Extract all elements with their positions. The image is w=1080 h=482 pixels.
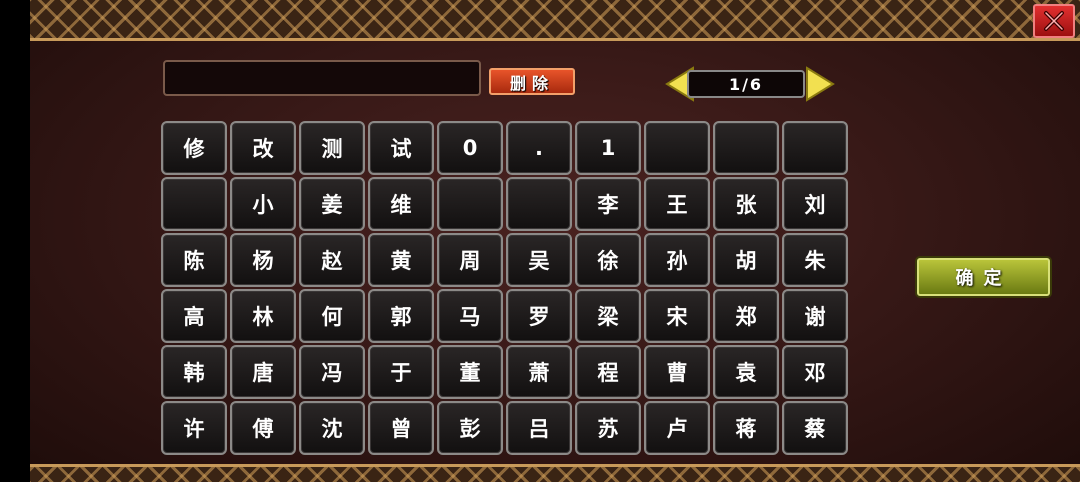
character-keyboard: 修改测试0.1 小姜维 李王张刘陈杨赵黄周吴徐孙胡朱高林何郭马罗梁宋郑谢韩唐冯于董萧… [161, 121, 848, 455]
char-key[interactable]: 卢 [644, 401, 710, 455]
char-key[interactable]: 试 [368, 121, 434, 175]
char-key[interactable]: 郭 [368, 289, 434, 343]
char-key[interactable]: 张 [713, 177, 779, 231]
char-key[interactable]: 韩 [161, 345, 227, 399]
char-key[interactable]: 苏 [575, 401, 641, 455]
char-key[interactable]: 杨 [230, 233, 296, 287]
char-key[interactable]: 冯 [299, 345, 365, 399]
char-key[interactable]: 朱 [782, 233, 848, 287]
char-key[interactable]: 傅 [230, 401, 296, 455]
char-key[interactable]: 改 [230, 121, 296, 175]
char-key[interactable]: 邓 [782, 345, 848, 399]
char-key[interactable]: 高 [161, 289, 227, 343]
char-key[interactable]: 袁 [713, 345, 779, 399]
char-key[interactable]: 测 [299, 121, 365, 175]
char-key[interactable]: 黄 [368, 233, 434, 287]
char-key[interactable]: 马 [437, 289, 503, 343]
char-key[interactable]: 陈 [161, 233, 227, 287]
char-key[interactable]: 维 [368, 177, 434, 231]
char-key[interactable]: 胡 [713, 233, 779, 287]
top-ornament-border [30, 0, 1080, 41]
char-key[interactable]: 蔡 [782, 401, 848, 455]
char-key[interactable] [161, 177, 227, 231]
char-key[interactable]: 罗 [506, 289, 572, 343]
char-key[interactable]: 吴 [506, 233, 572, 287]
char-key[interactable]: 蒋 [713, 401, 779, 455]
char-key[interactable]: 于 [368, 345, 434, 399]
char-key[interactable]: 李 [575, 177, 641, 231]
char-key[interactable]: 姜 [299, 177, 365, 231]
char-key[interactable]: 董 [437, 345, 503, 399]
char-key[interactable]: 郑 [713, 289, 779, 343]
char-key[interactable]: 徐 [575, 233, 641, 287]
arrow-right-icon[interactable] [805, 66, 835, 102]
char-key[interactable]: 程 [575, 345, 641, 399]
close-icon [1044, 11, 1064, 31]
name-editor-panel: 删除 1/6 修改测试0.1 小姜维 李王张刘陈杨赵黄周吴徐孙胡朱高林何郭马罗梁宋郑… [30, 0, 1080, 482]
char-key[interactable]: 曾 [368, 401, 434, 455]
char-key[interactable]: 谢 [782, 289, 848, 343]
char-key[interactable] [644, 121, 710, 175]
char-key[interactable]: 孙 [644, 233, 710, 287]
char-key[interactable]: 吕 [506, 401, 572, 455]
page-selector: 1/6 [665, 66, 835, 102]
char-key[interactable]: 萧 [506, 345, 572, 399]
char-key[interactable]: . [506, 121, 572, 175]
char-key[interactable]: 曹 [644, 345, 710, 399]
char-key[interactable] [506, 177, 572, 231]
name-input[interactable] [163, 60, 481, 96]
char-key[interactable] [782, 121, 848, 175]
bottom-ornament-border [30, 464, 1080, 482]
char-key[interactable]: 何 [299, 289, 365, 343]
char-key[interactable]: 赵 [299, 233, 365, 287]
char-key[interactable]: 宋 [644, 289, 710, 343]
char-key[interactable]: 许 [161, 401, 227, 455]
char-key[interactable]: 唐 [230, 345, 296, 399]
char-key[interactable]: 刘 [782, 177, 848, 231]
char-key[interactable]: 1 [575, 121, 641, 175]
page-indicator: 1/6 [687, 70, 805, 98]
confirm-button[interactable]: 确定 [917, 258, 1050, 296]
char-key[interactable]: 梁 [575, 289, 641, 343]
char-key[interactable]: 小 [230, 177, 296, 231]
char-key[interactable]: 0 [437, 121, 503, 175]
char-key[interactable]: 彭 [437, 401, 503, 455]
char-key[interactable]: 林 [230, 289, 296, 343]
char-key[interactable] [437, 177, 503, 231]
char-key[interactable] [713, 121, 779, 175]
char-key[interactable]: 周 [437, 233, 503, 287]
char-key[interactable]: 沈 [299, 401, 365, 455]
left-black-bar [0, 0, 30, 482]
char-key[interactable]: 修 [161, 121, 227, 175]
close-button[interactable] [1033, 4, 1075, 38]
delete-button[interactable]: 删除 [489, 68, 575, 95]
char-key[interactable]: 王 [644, 177, 710, 231]
